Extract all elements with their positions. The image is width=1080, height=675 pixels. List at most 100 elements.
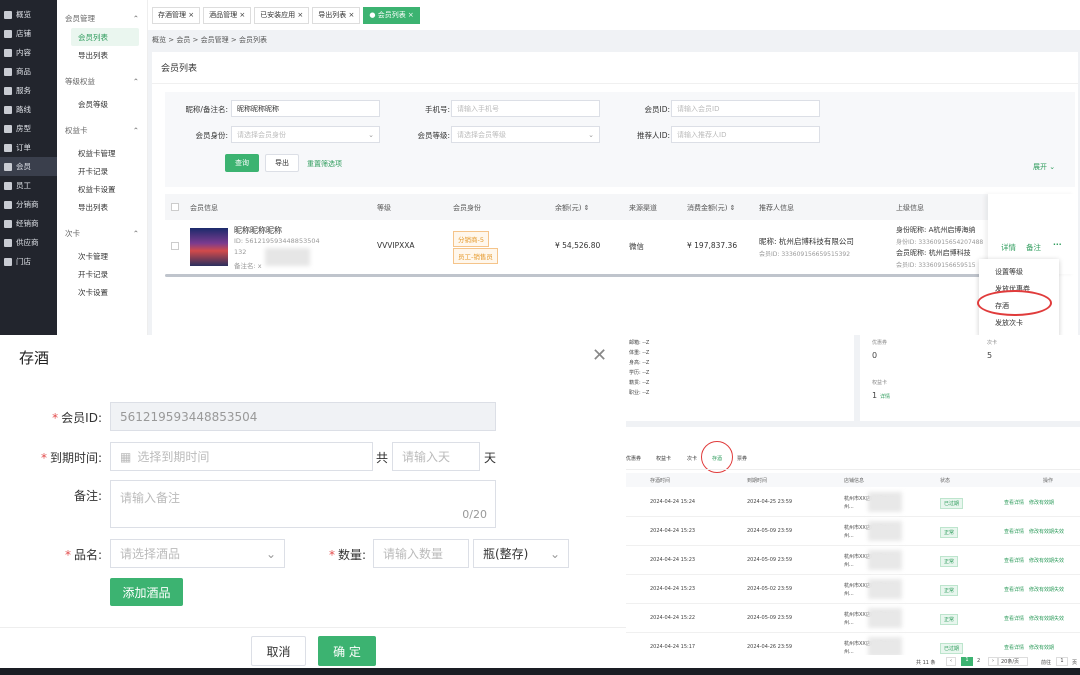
row-op-link[interactable]: 修改有效期 bbox=[1029, 644, 1054, 651]
row-op-link[interactable]: 查看详情 bbox=[1004, 557, 1024, 564]
row-op-link[interactable]: 修改有效期 bbox=[1029, 586, 1054, 593]
subnav-item-times-manage[interactable]: 次卡管理 bbox=[57, 247, 147, 265]
info-job: 职业: --Z bbox=[629, 390, 650, 396]
days-input[interactable]: 请输入天 bbox=[392, 442, 480, 471]
unit-select[interactable]: 瓶(整存) ⌄ bbox=[473, 539, 569, 568]
confirm-button[interactable]: 确 定 bbox=[318, 636, 376, 666]
note-link[interactable]: 备注 bbox=[1026, 242, 1041, 253]
expand-link[interactable]: 展开 ⌄ bbox=[1033, 162, 1055, 172]
subnav-item-export-list[interactable]: 导出列表 bbox=[57, 46, 147, 64]
col-superior: 上级信息 bbox=[896, 204, 924, 212]
select-all-checkbox[interactable] bbox=[171, 203, 179, 211]
level-select[interactable]: 请选择会员等级 ⌄ bbox=[451, 126, 600, 143]
subnav-group-rights-card[interactable]: 权益卡 ⌃ bbox=[57, 121, 147, 140]
phone-input[interactable]: 请输入手机号 bbox=[451, 100, 600, 117]
pager-page-2[interactable]: 2 bbox=[977, 658, 980, 664]
detail-link[interactable]: 详情 bbox=[1001, 242, 1016, 253]
pager-goto-label: 前往 bbox=[1041, 660, 1052, 666]
tab-installed-apps[interactable]: 已安装应用 × bbox=[254, 6, 310, 24]
subnav-item-rights-manage[interactable]: 权益卡管理 bbox=[57, 144, 147, 162]
subnav-item-open-record[interactable]: 开卡记录 bbox=[57, 162, 147, 180]
identity-select[interactable]: 请选择会员身份 ⌄ bbox=[231, 126, 380, 143]
dialog-qty-label: * 数量: bbox=[328, 548, 366, 562]
sidebar-item-store[interactable]: 门店 bbox=[0, 252, 57, 271]
subnav-group-level[interactable]: 等级权益 ⌃ bbox=[57, 72, 147, 91]
card-detail-link[interactable]: 详情 bbox=[880, 393, 890, 400]
add-wine-button[interactable]: 添加酒品 bbox=[110, 578, 183, 606]
row-op-link[interactable]: 修改有效期 bbox=[1029, 615, 1054, 622]
referrer-input[interactable]: 请输入推荐人ID bbox=[671, 126, 820, 143]
subtab-rights-card[interactable]: 权益卡 bbox=[656, 455, 671, 462]
table-row: 昵称昵称昵称 ID: 561219593448853504 132 备注名: x… bbox=[165, 194, 1075, 274]
sidebar-item-staff[interactable]: 员工 bbox=[0, 176, 57, 195]
subnav-item-rights-setting[interactable]: 权益卡设置 bbox=[57, 180, 147, 198]
sidebar-item-route[interactable]: 路线 bbox=[0, 100, 57, 119]
row-op-link[interactable]: 查看详情 bbox=[1004, 586, 1024, 593]
row-op-link[interactable]: 修改有效期 bbox=[1029, 528, 1054, 535]
sidebar-item-order[interactable]: 订单 bbox=[0, 138, 57, 157]
tab-wine-storage[interactable]: 存酒管理 × bbox=[152, 6, 201, 24]
row-op-link[interactable]: 修改有效期 bbox=[1029, 557, 1054, 564]
remark-textarea[interactable]: 请输入备注 0/20 bbox=[110, 480, 496, 528]
subnav-item-times-setting[interactable]: 次卡设置 bbox=[57, 283, 147, 301]
subnav-item-rights-export[interactable]: 导出列表 bbox=[57, 198, 147, 216]
row-op-link[interactable]: 查看详情 bbox=[1004, 644, 1024, 651]
subnav-group-member-manage[interactable]: 会员管理 ⌃ bbox=[57, 9, 147, 28]
export-button[interactable]: 导出 bbox=[265, 154, 299, 172]
sidebar-item-dealer[interactable]: 经销商 bbox=[0, 214, 57, 233]
col-balance[interactable]: 余额(元) ⇕ bbox=[555, 203, 590, 213]
expire-date-picker[interactable]: ▦ 选择到期时间 bbox=[110, 442, 373, 471]
sidebar-item-overview[interactable]: 概览 bbox=[0, 5, 57, 24]
row-op-link[interactable]: 查看详情 bbox=[1004, 528, 1024, 535]
col-channel: 来源渠道 bbox=[629, 204, 657, 212]
qty-input[interactable]: 请输入数量 bbox=[373, 539, 469, 568]
menu-item-set-level[interactable]: 设置等级 bbox=[979, 263, 1059, 280]
sidebar-item-content[interactable]: 内容 bbox=[0, 43, 57, 62]
menu-item-send-times-card[interactable]: 发放次卡 bbox=[979, 314, 1059, 331]
horizontal-scrollbar[interactable] bbox=[165, 274, 985, 277]
sidebar-item-distributor[interactable]: 分销商 bbox=[0, 195, 57, 214]
referrer-label: 推荐人ID: bbox=[636, 131, 670, 140]
pager-page-1[interactable]: 1 bbox=[961, 657, 973, 666]
row-op-link[interactable]: 失效 bbox=[1054, 557, 1064, 564]
row-checkbox[interactable] bbox=[171, 242, 179, 250]
sidebar-item-service[interactable]: 服务 bbox=[0, 81, 57, 100]
pager-goto-input[interactable]: 1 bbox=[1056, 657, 1068, 666]
sidebar-item-goods[interactable]: 商品 bbox=[0, 62, 57, 81]
pager-size-select[interactable]: 20条/页 bbox=[998, 657, 1028, 666]
pager-next[interactable]: › bbox=[988, 657, 998, 666]
blur-mask bbox=[265, 248, 310, 266]
row-op-link[interactable]: 查看详情 bbox=[1004, 615, 1024, 622]
reset-filter-link[interactable]: 重置筛选项 bbox=[307, 159, 342, 169]
subtab-times-card[interactable]: 次卡 bbox=[687, 455, 697, 462]
tab-member-list[interactable]: ● 会员列表 × bbox=[363, 6, 420, 24]
subtab-ticket[interactable]: 票券 bbox=[737, 455, 747, 462]
row-op-link[interactable]: 修改有效期 bbox=[1029, 499, 1054, 506]
tab-wine-products[interactable]: 酒品管理 × bbox=[203, 6, 252, 24]
row-op-link[interactable]: 查看详情 bbox=[1004, 499, 1024, 506]
pager-prev[interactable]: ‹ bbox=[946, 657, 956, 666]
sidebar-item-room[interactable]: 房型 bbox=[0, 119, 57, 138]
row-op-link[interactable]: 失效 bbox=[1054, 528, 1064, 535]
tab-export-list[interactable]: 导出列表 × bbox=[312, 6, 361, 24]
sidebar-item-shop[interactable]: 店铺 bbox=[0, 24, 57, 43]
sidebar-item-member[interactable]: 会员 bbox=[0, 157, 57, 176]
nick-input[interactable]: 昵称昵称昵称 bbox=[231, 100, 380, 117]
query-button[interactable]: 查询 bbox=[225, 154, 259, 172]
more-icon[interactable]: ··· bbox=[1053, 240, 1062, 249]
subnav-item-member-level[interactable]: 会员等级 bbox=[57, 95, 147, 113]
sidebar-item-supplier[interactable]: 供应商 bbox=[0, 233, 57, 252]
memberid-input[interactable]: 请输入会员ID bbox=[671, 100, 820, 117]
close-icon[interactable]: ✕ bbox=[592, 345, 607, 366]
product-select[interactable]: 请选择酒品 ⌄ bbox=[110, 539, 285, 568]
cancel-button[interactable]: 取消 bbox=[251, 636, 306, 666]
subnav-item-member-list[interactable]: 会员列表 bbox=[71, 28, 139, 46]
row-op-link[interactable]: 失效 bbox=[1054, 615, 1064, 622]
superior-name: 身份昵称: A杭州启博海纳 bbox=[896, 226, 976, 234]
subtab-coupon[interactable]: 优惠券 bbox=[626, 455, 641, 462]
subnav-group-times-card[interactable]: 次卡 ⌃ bbox=[57, 224, 147, 243]
expire-time: 2024-05-09 23:59 bbox=[747, 557, 793, 563]
col-spend[interactable]: 消费金额(元) ⇕ bbox=[687, 203, 736, 213]
row-op-link[interactable]: 失效 bbox=[1054, 586, 1064, 593]
subnav-item-times-record[interactable]: 开卡记录 bbox=[57, 265, 147, 283]
